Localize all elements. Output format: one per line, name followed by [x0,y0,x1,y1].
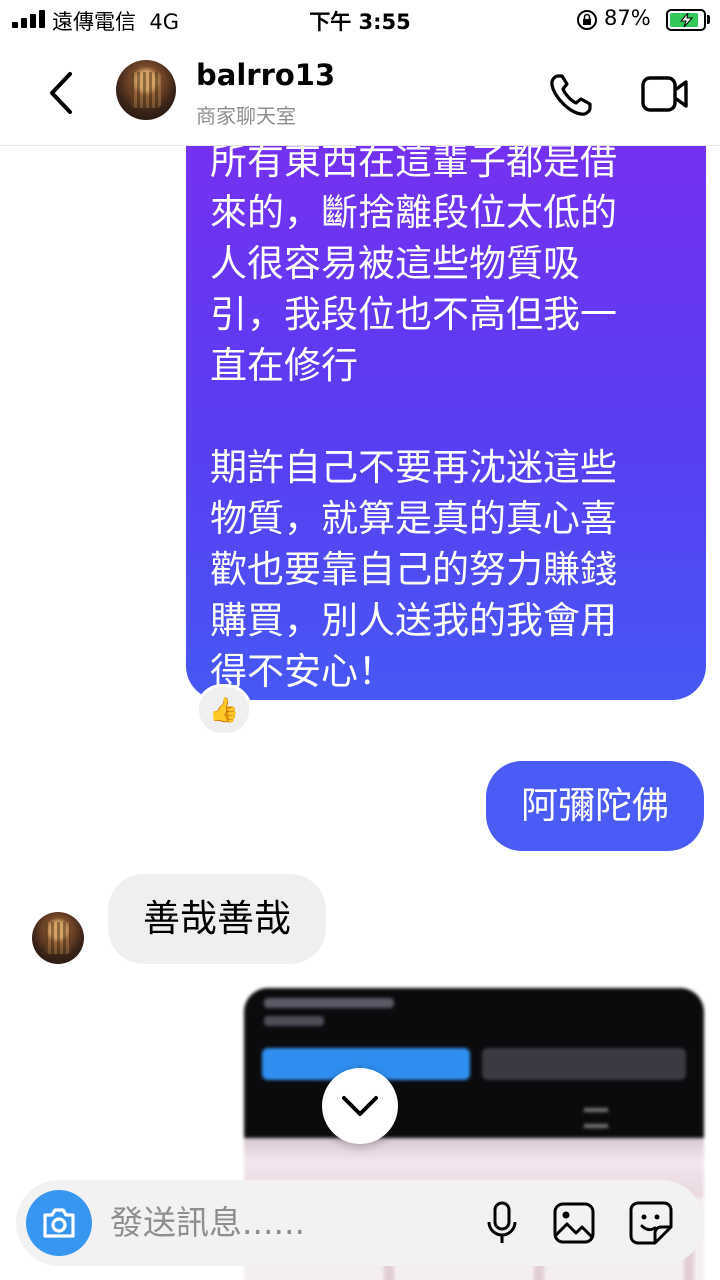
message-composer [16,1180,704,1266]
outgoing-message-bubble[interactable]: 阿彌陀佛 [486,761,704,851]
battery-percent: 87% [604,6,651,30]
incoming-message-bubble[interactable]: 善哉善哉 [108,874,326,964]
contact-username[interactable]: balrro13 [196,58,335,92]
gallery-icon[interactable] [552,1201,596,1245]
scroll-to-bottom-button[interactable] [322,1068,398,1144]
phone-icon[interactable] [548,72,594,118]
back-chevron-icon[interactable] [44,70,80,116]
status-bar: 遠傳電信 4G 下午 3:55 87% [0,0,720,40]
message-input[interactable] [110,1200,450,1244]
orientation-lock-icon [577,10,597,30]
battery-cap [707,15,710,24]
battery-icon [666,9,706,31]
sticker-icon[interactable] [628,1200,674,1246]
outgoing-message-bubble[interactable]: 所有東西在這輩子都是借 來的，斷捨離段位太低的 人很容易被這些物質吸 引，我段位… [186,146,706,700]
message-list[interactable]: 所有東西在這輩子都是借 來的，斷捨離段位太低的 人很容易被這些物質吸 引，我段位… [0,146,720,1280]
chat-header: balrro13 商家聊天室 [0,40,720,146]
chevron-down-icon [342,1096,378,1116]
sender-avatar[interactable] [32,912,84,964]
video-camera-icon[interactable] [640,74,690,114]
camera-button[interactable] [26,1190,92,1256]
camera-icon [43,1208,75,1238]
chat-subtitle: 商家聊天室 [196,104,296,128]
microphone-icon[interactable] [484,1200,520,1246]
thumbs-up-reaction[interactable]: 👍 [196,684,252,736]
contact-avatar[interactable] [116,60,176,120]
